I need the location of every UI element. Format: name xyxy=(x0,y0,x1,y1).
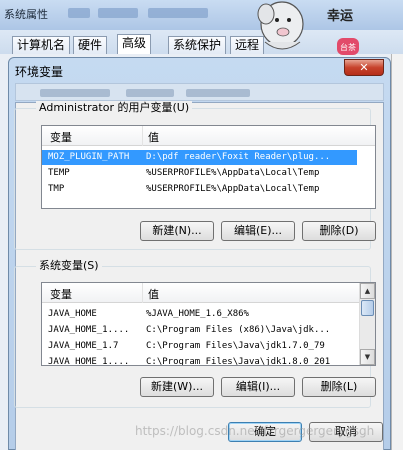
variable-value: C:\Program Files\Java\jdk1.8.0_201 xyxy=(146,357,331,366)
variable-value: C:\Program Files (x86)\Java\jdk... xyxy=(146,325,331,335)
tab-advanced[interactable]: 高级 xyxy=(117,34,152,54)
variable-name: JAVA_HOME xyxy=(48,309,97,319)
variable-name: MOZ_PLUGIN_PATH xyxy=(48,152,130,162)
table-row[interactable]: JAVA_HOME_1.7 C:\Program Files\Java\jdk1… xyxy=(42,339,357,354)
variable-name: JAVA_HOME_1.... xyxy=(48,357,130,366)
scroll-thumb[interactable] xyxy=(361,300,374,316)
column-variable[interactable]: 变量 xyxy=(50,286,72,302)
table-row[interactable]: TEMP %USERPROFILE%\AppData\Local\Temp xyxy=(42,166,357,181)
system-new-button[interactable]: 新建(W)... xyxy=(140,377,214,397)
variable-name: JAVA_HOME_1.7 xyxy=(48,341,119,351)
tab-computer-name[interactable]: 计算机名 xyxy=(12,36,71,54)
variable-value: %USERPROFILE%\AppData\Local\Temp xyxy=(146,184,320,194)
list-header: 变量 值 xyxy=(42,283,359,303)
variable-value: %USERPROFILE%\AppData\Local\Temp xyxy=(146,168,320,178)
user-variables-list[interactable]: 变量 值 MOZ_PLUGIN_PATH D:\pdf reader\Foxit… xyxy=(41,125,376,209)
table-row[interactable]: TMP %USERPROFILE%\AppData\Local\Temp xyxy=(42,182,357,197)
table-row[interactable]: JAVA_HOME %JAVA_HOME_1.6_X86% xyxy=(42,307,357,322)
close-button[interactable]: ✕ xyxy=(344,59,384,76)
column-value[interactable]: 值 xyxy=(148,286,159,302)
column-variable[interactable]: 变量 xyxy=(50,129,72,145)
blurred-text xyxy=(148,8,208,18)
scroll-up-icon[interactable]: ▲ xyxy=(360,283,375,299)
system-edit-button[interactable]: 编辑(I)... xyxy=(221,377,295,397)
blurred-text xyxy=(98,8,138,18)
user-delete-button[interactable]: 删除(D) xyxy=(302,221,376,241)
variable-value: %JAVA_HOME_1.6_X86% xyxy=(146,309,249,319)
system-properties-title: 系统属性 xyxy=(4,8,48,21)
table-row[interactable]: JAVA_HOME_1.... C:\Program Files (x86)\J… xyxy=(42,323,357,338)
tab-system-protection[interactable]: 系统保护 xyxy=(168,36,227,54)
watermark: https://blog.csdn.net/fzrgergergerygsgh xyxy=(135,424,375,438)
table-row[interactable]: MOZ_PLUGIN_PATH D:\pdf reader\Foxit Read… xyxy=(42,150,357,165)
variable-name: JAVA_HOME_1.... xyxy=(48,325,130,335)
system-delete-button[interactable]: 删除(L) xyxy=(302,377,376,397)
variable-value: C:\Program Files\Java\jdk1.7.0_79 xyxy=(146,341,325,351)
dialog-title: 环境变量 xyxy=(15,65,64,79)
blurred-text xyxy=(68,8,90,18)
user-edit-button[interactable]: 编辑(E)... xyxy=(221,221,295,241)
system-properties-edge xyxy=(391,54,403,450)
mascot-text: 幸运 xyxy=(327,8,353,24)
mascot-sticker: ★ 台茶 幸运 xyxy=(257,1,359,55)
scroll-down-icon[interactable]: ▼ xyxy=(360,349,375,365)
variable-name: TEMP xyxy=(48,168,70,178)
variable-value: D:\pdf reader\Foxit Reader\plug... xyxy=(146,152,331,162)
user-new-button[interactable]: 新建(N)... xyxy=(140,221,214,241)
stamp-text: 台茶 xyxy=(340,42,356,52)
blurred-strip xyxy=(15,83,384,101)
tab-hardware[interactable]: 硬件 xyxy=(73,36,108,54)
system-variables-label: 系统变量(S) xyxy=(36,259,102,272)
table-row[interactable]: JAVA_HOME_1.... C:\Program Files\Java\jd… xyxy=(42,355,357,366)
system-variables-list[interactable]: 变量 值 JAVA_HOME %JAVA_HOME_1.6_X86% JAVA_… xyxy=(41,282,376,366)
variable-name: TMP xyxy=(48,184,65,194)
column-value[interactable]: 值 xyxy=(148,129,159,145)
list-header: 变量 值 xyxy=(42,126,375,146)
user-variables-label: Administrator 的用户变量(U) xyxy=(36,101,193,114)
vertical-scrollbar[interactable]: ▲ ▼ xyxy=(359,283,375,365)
close-icon: ✕ xyxy=(359,61,369,74)
